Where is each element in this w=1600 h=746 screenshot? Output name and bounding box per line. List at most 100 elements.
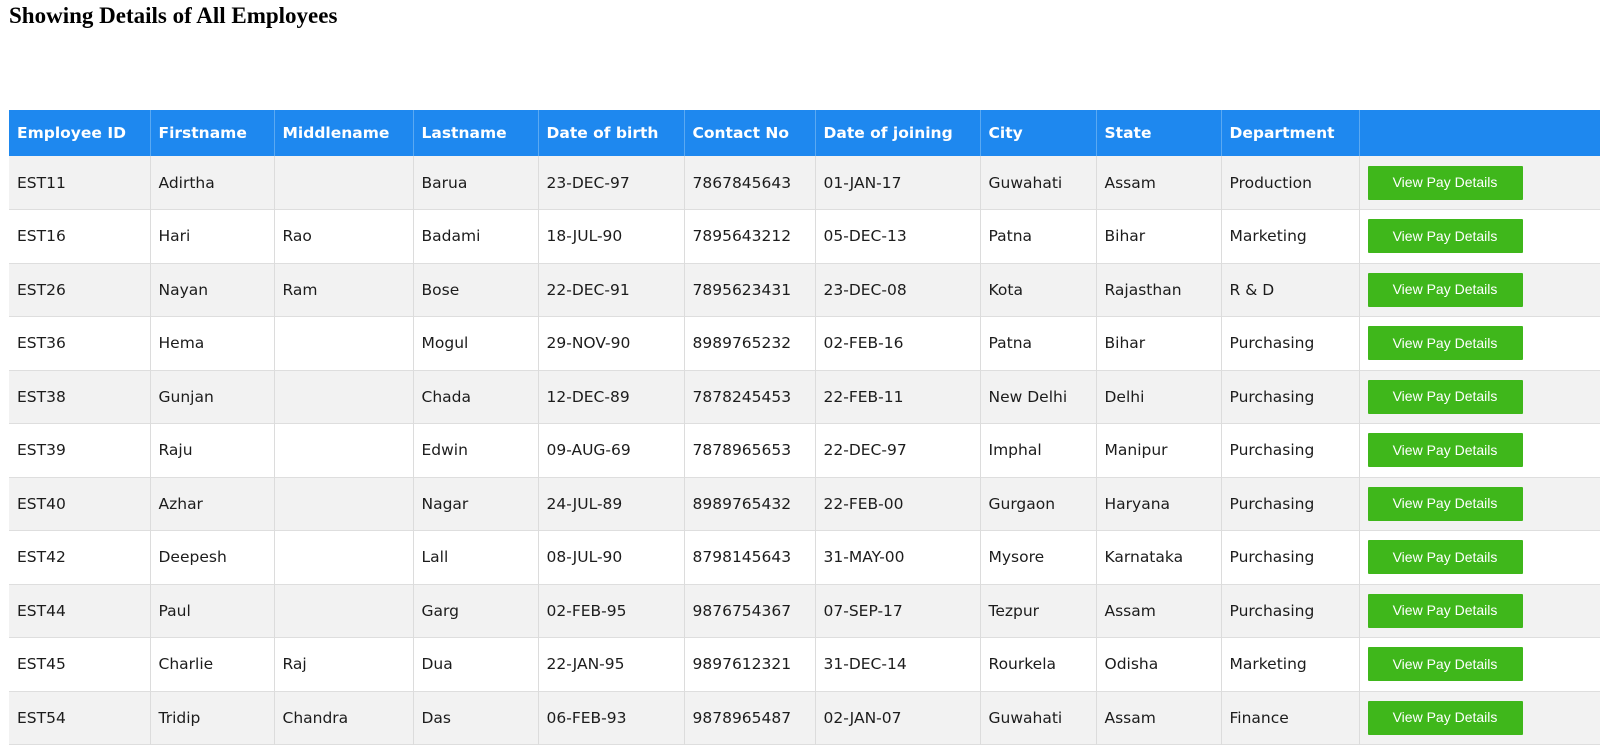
page-title: Showing Details of All Employees — [9, 3, 338, 28]
cell-lastname: Chada — [413, 370, 539, 424]
table-row: EST44 Paul Garg 02-FEB-95 9876754367 07-SEP-1… — [9, 584, 1600, 638]
cell-lastname: Das — [413, 691, 539, 745]
table-row: EST11 Adirtha Barua 23-DEC-97 7867845643 01-J… — [9, 156, 1600, 210]
header-employee-id: Employee ID — [9, 110, 151, 156]
cell-state: Haryana — [1096, 477, 1222, 531]
cell-department: Purchasing — [1221, 316, 1360, 370]
view-pay-details-button[interactable]: View Pay Details — [1367, 647, 1523, 682]
cell-firstname: Hema — [150, 316, 275, 370]
cell-date-of-joining: 31-MAY-00 — [815, 530, 981, 584]
view-pay-details-button[interactable]: View Pay Details — [1367, 700, 1523, 735]
view-pay-details-button[interactable]: View Pay Details — [1367, 486, 1523, 521]
cell-state: Manipur — [1096, 423, 1222, 477]
cell-date-of-joining: 01-JAN-17 — [815, 156, 981, 210]
cell-date-of-birth: 29-NOV-90 — [538, 316, 685, 370]
cell-department: Marketing — [1221, 637, 1360, 691]
cell-contact-no: 8989765232 — [684, 316, 816, 370]
cell-contact-no: 7867845643 — [684, 156, 816, 210]
cell-employee-id: EST54 — [9, 691, 151, 745]
cell-actions: View Pay Details — [1359, 638, 1600, 692]
table-row: EST38 Gunjan Chada 12-DEC-89 7878245453 22-FE… — [9, 370, 1600, 424]
cell-employee-id: EST42 — [9, 530, 151, 584]
cell-middlename — [274, 530, 414, 584]
cell-middlename: Chandra — [274, 691, 414, 745]
cell-firstname: Gunjan — [150, 370, 275, 424]
cell-lastname: Barua — [413, 156, 539, 210]
cell-lastname: Nagar — [413, 477, 539, 531]
table-row: EST16 Hari Rao Badami 18-JUL-90 7895643212 05-… — [9, 209, 1600, 263]
view-pay-details-button[interactable]: View Pay Details — [1367, 433, 1523, 468]
cell-city: Guwahati — [980, 156, 1097, 210]
cell-date-of-birth: 22-JAN-95 — [538, 637, 685, 691]
table-body: EST11 Adirtha Barua 23-DEC-97 7867845643 01-J… — [9, 156, 1600, 745]
cell-date-of-joining: 07-SEP-17 — [815, 584, 981, 638]
header-middlename: Middlename — [274, 110, 414, 156]
view-pay-details-button[interactable]: View Pay Details — [1367, 593, 1523, 628]
header-contact-no: Contact No — [684, 110, 816, 156]
header-firstname: Firstname — [150, 110, 275, 156]
table-row: EST26 Nayan Ram Bose 22-DEC-91 7895623431 23-D… — [9, 263, 1600, 317]
header-actions — [1359, 110, 1600, 156]
cell-date-of-joining: 23-DEC-08 — [815, 263, 981, 317]
cell-date-of-birth: 12-DEC-89 — [538, 370, 685, 424]
view-pay-details-button[interactable]: View Pay Details — [1367, 165, 1523, 200]
employee-table: Employee ID Firstname Middlename Lastname Da… — [9, 110, 1600, 745]
cell-firstname: Tridip — [150, 691, 275, 745]
cell-date-of-birth: 18-JUL-90 — [538, 209, 685, 263]
cell-date-of-birth: 22-DEC-91 — [538, 263, 685, 317]
view-pay-details-button[interactable]: View Pay Details — [1367, 540, 1523, 575]
cell-date-of-joining: 31-DEC-14 — [815, 637, 981, 691]
cell-contact-no: 7895643212 — [684, 209, 816, 263]
cell-employee-id: EST11 — [9, 156, 151, 210]
cell-contact-no: 7878245453 — [684, 370, 816, 424]
cell-actions: View Pay Details — [1359, 317, 1600, 371]
cell-city: Patna — [980, 316, 1097, 370]
cell-middlename: Rao — [274, 209, 414, 263]
cell-middlename — [274, 370, 414, 424]
cell-department: Purchasing — [1221, 370, 1360, 424]
table-header: Employee ID Firstname Middlename Lastname Da… — [9, 110, 1600, 156]
cell-middlename — [274, 584, 414, 638]
employee-table-container[interactable]: Employee ID Firstname Middlename Lastname Da… — [9, 110, 1600, 745]
cell-actions: View Pay Details — [1359, 156, 1600, 210]
view-pay-details-button[interactable]: View Pay Details — [1367, 379, 1523, 414]
cell-actions: View Pay Details — [1359, 370, 1600, 424]
cell-lastname: Bose — [413, 263, 539, 317]
cell-contact-no: 7878965653 — [684, 423, 816, 477]
cell-employee-id: EST26 — [9, 263, 151, 317]
cell-firstname: Deepesh — [150, 530, 275, 584]
table-row: EST54 Tridip Chandra Das 06-FEB-93 9878965487… — [9, 691, 1600, 745]
view-pay-details-button[interactable]: View Pay Details — [1367, 272, 1523, 307]
view-pay-details-button[interactable]: View Pay Details — [1367, 219, 1523, 254]
view-pay-details-button[interactable]: View Pay Details — [1367, 326, 1523, 361]
cell-contact-no: 9897612321 — [684, 637, 816, 691]
cell-department: R & D — [1221, 263, 1360, 317]
cell-state: Odisha — [1096, 637, 1222, 691]
cell-department: Purchasing — [1221, 423, 1360, 477]
cell-employee-id: EST36 — [9, 316, 151, 370]
cell-date-of-joining: 05-DEC-13 — [815, 209, 981, 263]
cell-department: Purchasing — [1221, 530, 1360, 584]
cell-contact-no: 8989765432 — [684, 477, 816, 531]
cell-lastname: Lall — [413, 530, 539, 584]
cell-firstname: Adirtha — [150, 156, 275, 210]
cell-actions: View Pay Details — [1359, 584, 1600, 638]
cell-middlename: Raj — [274, 637, 414, 691]
cell-date-of-birth: 08-JUL-90 — [538, 530, 685, 584]
cell-middlename — [274, 156, 414, 210]
header-date-of-joining: Date of joining — [815, 110, 981, 156]
cell-lastname: Garg — [413, 584, 539, 638]
table-row: EST36 Hema Mogul 29-NOV-90 8989765232 02-FEB-… — [9, 316, 1600, 371]
cell-date-of-birth: 06-FEB-93 — [538, 691, 685, 745]
cell-contact-no: 9876754367 — [684, 584, 816, 638]
cell-employee-id: EST45 — [9, 637, 151, 691]
cell-date-of-birth: 09-AUG-69 — [538, 423, 685, 477]
cell-state: Assam — [1096, 584, 1222, 638]
cell-city: Rourkela — [980, 637, 1097, 691]
cell-department: Production — [1221, 156, 1360, 210]
cell-date-of-joining: 02-FEB-16 — [815, 316, 981, 370]
cell-actions: View Pay Details — [1359, 531, 1600, 585]
cell-state: Assam — [1096, 691, 1222, 745]
cell-department: Purchasing — [1221, 477, 1360, 531]
header-date-of-birth: Date of birth — [538, 110, 685, 156]
